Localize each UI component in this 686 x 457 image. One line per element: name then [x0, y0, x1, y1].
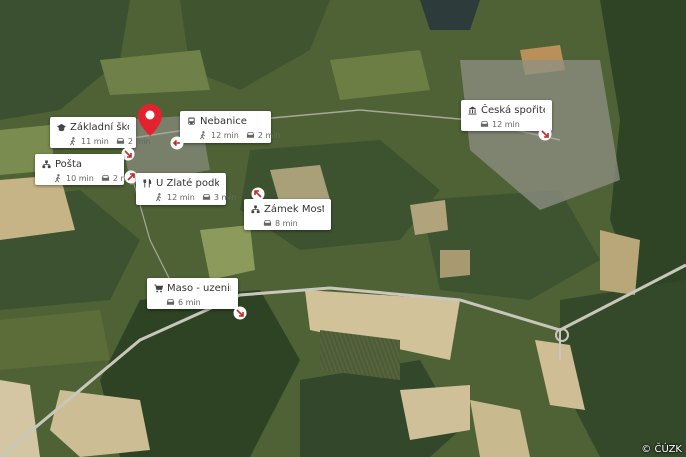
car-time: 6 min	[178, 298, 201, 307]
poi-name: Česká spořitelna	[481, 105, 545, 116]
poi-card-bus-stop[interactable]: Nebanice 12 min 2 min	[180, 111, 281, 143]
walk-icon	[54, 174, 63, 183]
poi-card-castle[interactable]: Zámek Mostov 8 min	[244, 199, 331, 230]
shop-icon	[154, 284, 163, 293]
restaurant-icon	[143, 179, 152, 188]
car-time: 12 min	[492, 120, 520, 129]
map-copyright: © ČÚZK	[641, 444, 682, 455]
walk-time: 12 min	[167, 193, 195, 202]
poi-card-school[interactable]: Základní škola Sv... 11 min 2 min	[50, 117, 151, 148]
bus-icon	[187, 117, 196, 126]
poi-name: Pošta	[55, 159, 83, 170]
walk-icon	[199, 131, 208, 140]
car-time: 3 min	[213, 193, 237, 202]
poi-card-shop[interactable]: Maso - uzeniny K... 6 min	[147, 278, 238, 309]
aerial-map[interactable]: Základní škola Sv... 11 min 2 min Nebani…	[0, 0, 686, 457]
car-time: 8 min	[275, 219, 298, 228]
aerial-imagery	[0, 0, 686, 457]
walk-icon	[69, 137, 78, 146]
car-icon	[480, 120, 489, 129]
poi-name: Maso - uzeniny K...	[167, 283, 231, 294]
car-time: 2 min	[127, 137, 151, 146]
arrow-pointer-icon	[233, 306, 247, 320]
car-icon	[101, 174, 110, 183]
poi-card-post-office[interactable]: Pošta 10 min 2 min	[35, 154, 136, 185]
poi-name: Základní škola Sv...	[70, 122, 129, 133]
walk-time: 11 min	[81, 137, 109, 146]
poi-name: Nebanice	[200, 116, 247, 127]
car-icon	[166, 298, 175, 307]
car-time: 2 min	[257, 131, 281, 140]
walk-time: 12 min	[211, 131, 239, 140]
bank-icon	[468, 106, 477, 115]
post-office-icon	[42, 160, 51, 169]
arrow-pointer-icon	[538, 127, 552, 141]
school-icon	[57, 123, 66, 132]
car-icon	[202, 193, 211, 202]
car-icon	[246, 131, 255, 140]
walk-time: 10 min	[66, 174, 94, 183]
poi-name: U Zlaté podkovy	[156, 178, 219, 189]
car-icon	[263, 219, 272, 228]
poi-name: Zámek Mostov	[264, 204, 324, 215]
castle-icon	[251, 205, 260, 214]
arrow-pointer-icon	[251, 187, 265, 201]
arrow-pointer-icon	[170, 136, 184, 150]
walk-icon	[155, 193, 164, 202]
poi-card-restaurant[interactable]: U Zlaté podkovy 12 min 3 min	[136, 173, 237, 205]
car-icon	[116, 137, 125, 146]
location-pin-icon[interactable]	[137, 103, 163, 137]
